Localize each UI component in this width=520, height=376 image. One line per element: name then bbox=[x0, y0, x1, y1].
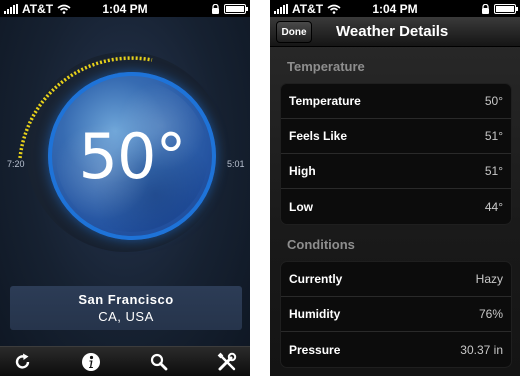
region-name: CA, USA bbox=[98, 309, 154, 324]
row-label: Low bbox=[289, 199, 313, 214]
search-icon bbox=[150, 353, 168, 370]
current-temperature: 50° bbox=[78, 119, 187, 193]
detail-row: Pressure 30.37 in bbox=[281, 332, 511, 367]
info-icon bbox=[82, 352, 100, 371]
page-title: Weather Details bbox=[336, 23, 449, 40]
row-label: Pressure bbox=[289, 342, 341, 357]
row-value: 44° bbox=[484, 199, 503, 214]
navigation-bar: Done Weather Details bbox=[270, 17, 520, 47]
battery-icon bbox=[224, 3, 248, 14]
signal-icon bbox=[4, 3, 18, 14]
detail-row: Humidity 76% bbox=[281, 297, 511, 332]
location-panel[interactable]: San Francisco CA, USA bbox=[10, 286, 242, 330]
section-header-temperature: Temperature bbox=[287, 59, 365, 74]
detail-row: Low 44° bbox=[281, 189, 511, 224]
status-bar: AT&T 1:04 PM bbox=[270, 0, 520, 17]
detail-row: Currently Hazy bbox=[281, 262, 511, 297]
row-value: 51° bbox=[484, 129, 503, 143]
row-label: Currently bbox=[289, 272, 343, 286]
battery-icon bbox=[494, 3, 518, 14]
wifi-icon bbox=[327, 4, 341, 14]
row-label: High bbox=[289, 164, 316, 178]
weather-main-screen: AT&T 1:04 PM 50° 7:20 5:01 San Francisco… bbox=[0, 0, 250, 376]
row-value: 76% bbox=[478, 307, 503, 321]
detail-row: Feels Like 51° bbox=[281, 119, 511, 154]
done-button[interactable]: Done bbox=[276, 21, 312, 43]
row-value: 51° bbox=[484, 164, 503, 178]
section-header-conditions: Conditions bbox=[287, 237, 355, 252]
info-button[interactable] bbox=[78, 349, 104, 375]
city-name: San Francisco bbox=[78, 292, 174, 307]
carrier-label: AT&T bbox=[292, 1, 324, 16]
detail-row: High 51° bbox=[281, 154, 511, 189]
sunrise-time: 7:20 bbox=[7, 159, 25, 169]
weather-details-screen: AT&T 1:04 PM Done Weather Details Temper… bbox=[270, 0, 520, 376]
lock-icon bbox=[212, 3, 219, 14]
settings-button[interactable] bbox=[214, 349, 240, 375]
detail-row: Temperature 50° bbox=[281, 84, 511, 119]
sunset-time: 5:01 bbox=[227, 159, 245, 169]
toolbar bbox=[0, 346, 250, 376]
row-label: Humidity bbox=[289, 307, 341, 321]
row-value: 30.37 in bbox=[460, 342, 503, 357]
status-time: 1:04 PM bbox=[102, 1, 148, 16]
search-button[interactable] bbox=[146, 349, 172, 375]
lock-icon bbox=[482, 3, 489, 14]
conditions-group: Currently Hazy Humidity 76% Pressure 30.… bbox=[280, 261, 512, 368]
refresh-button[interactable] bbox=[10, 349, 36, 375]
refresh-icon bbox=[15, 353, 30, 369]
row-label: Temperature bbox=[289, 94, 361, 108]
wifi-icon bbox=[57, 4, 71, 14]
signal-icon bbox=[274, 3, 288, 14]
carrier-label: AT&T bbox=[22, 1, 54, 16]
status-time: 1:04 PM bbox=[372, 1, 418, 16]
row-value: Hazy bbox=[475, 272, 503, 286]
temperature-group: Temperature 50° Feels Like 51° High 51° … bbox=[280, 83, 512, 225]
tools-icon bbox=[217, 352, 237, 370]
status-bar: AT&T 1:04 PM bbox=[0, 0, 250, 17]
row-value: 50° bbox=[484, 94, 503, 108]
row-label: Feels Like bbox=[289, 129, 348, 143]
